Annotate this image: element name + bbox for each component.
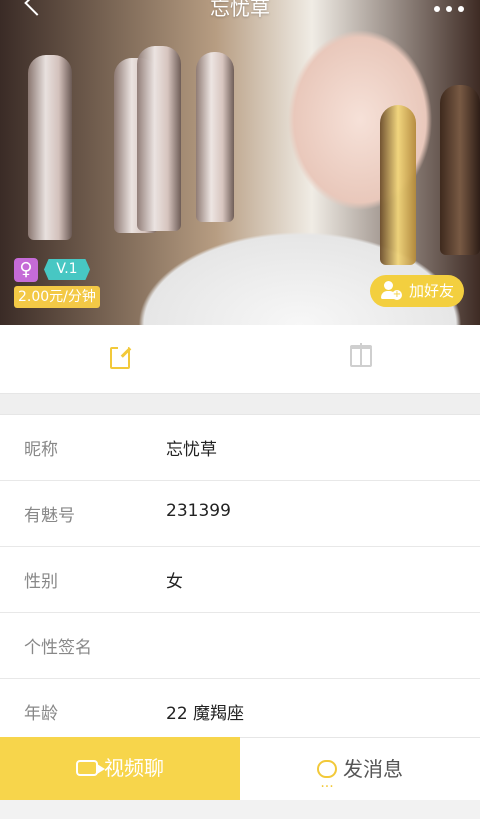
tab-profile-info[interactable] [0,325,240,393]
profile-hero-image: 忘忧草 ♀ V.1 2.00元/分钟 + 加好友 [0,0,480,325]
info-label: 昵称 [24,440,58,460]
info-row-nickname: 昵称 忘忧草 [0,415,480,481]
info-label: 有魅号 [24,506,75,526]
info-value: 忘忧草 [166,440,217,460]
video-camera-icon [76,759,105,776]
more-icon[interactable] [434,6,464,12]
info-label: 个性签名 [24,638,92,658]
gender-female-icon: ♀ [14,258,38,282]
profile-info-list: 昵称 忘忧草 有魅号 231399 性别 女 个性签名 年龄 22 魔羯座 [0,415,480,737]
bottle-image [440,85,480,255]
bottle-image [196,52,234,222]
section-divider [0,393,480,415]
vip-level-badge: V.1 [44,259,90,280]
plus-icon: + [392,289,402,300]
edit-icon [110,347,130,369]
add-friend-button[interactable]: + 加好友 [370,275,464,307]
add-friend-label: 加好友 [408,282,454,300]
info-row-signature: 个性签名 [0,613,480,679]
chat-bubble-icon [317,756,337,819]
info-value: 231399 [166,501,231,521]
video-chat-button[interactable]: 视频聊 [0,737,240,800]
bottle-image [28,55,72,240]
info-value: 女 [166,572,183,592]
info-label: 年龄 [24,704,58,724]
price-per-minute: 2.00元/分钟 [14,286,100,308]
send-message-button[interactable]: 发消息 [240,737,480,819]
tab-gifts[interactable] [240,325,480,393]
info-row-id: 有魅号 231399 [0,481,480,547]
info-row-age: 年龄 22 魔羯座 [0,679,480,744]
info-label: 性别 [24,572,58,592]
profile-tabs [0,325,480,393]
video-chat-label: 视频聊 [104,756,164,780]
bottle-image [137,46,181,231]
info-value: 22 魔羯座 [166,704,245,724]
bottom-action-bar: 视频聊 发消息 [0,737,480,819]
gift-icon [350,343,372,367]
page-title: 忘忧草 [210,0,270,20]
bottle-image [380,105,416,265]
info-row-gender: 性别 女 [0,547,480,613]
send-message-label: 发消息 [343,757,403,781]
top-bar: 忘忧草 [0,0,480,28]
